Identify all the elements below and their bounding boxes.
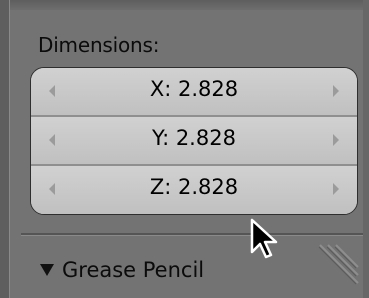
dimension-y-field[interactable]: Y: 2.828 (31, 117, 357, 164)
panel-right-edge (363, 0, 369, 298)
increment-x-icon[interactable] (333, 85, 339, 97)
grease-pencil-label: Grease Pencil (62, 258, 205, 282)
dimension-z-value: Z: 2.828 (149, 175, 239, 199)
increment-z-icon[interactable] (333, 183, 339, 195)
drag-grip-icon[interactable] (312, 237, 360, 285)
panel-left-edge (0, 0, 10, 298)
mouse-cursor-icon (250, 218, 278, 259)
dimension-z-field[interactable]: Z: 2.828 (31, 166, 357, 214)
panel-top-edge (0, 0, 369, 10)
dimension-x-field[interactable]: X: 2.828 (31, 68, 357, 115)
grease-pencil-header[interactable]: Grease Pencil (40, 255, 204, 285)
dimensions-fields: X: 2.828 Y: 2.828 Z: 2.828 (30, 67, 358, 215)
triangle-down-icon[interactable] (40, 264, 54, 276)
dimension-y-value: Y: 2.828 (152, 126, 236, 150)
dimension-x-value: X: 2.828 (149, 77, 239, 101)
section-divider (21, 233, 363, 236)
dimensions-label: Dimensions: (38, 33, 160, 57)
increment-y-icon[interactable] (333, 134, 339, 146)
properties-panel: Dimensions: X: 2.828 Y: 2.828 Z: 2.828 G… (0, 0, 369, 298)
